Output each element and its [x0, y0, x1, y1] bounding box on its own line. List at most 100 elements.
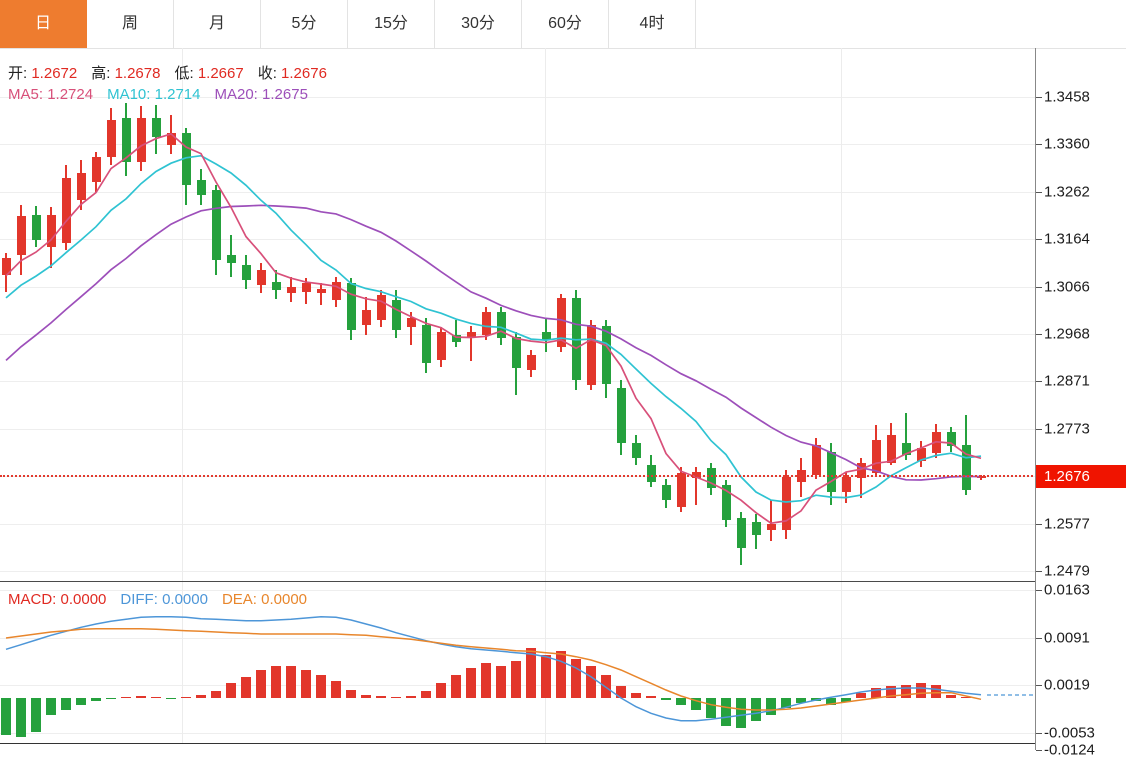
macd-bar — [436, 683, 446, 698]
gridline-v — [545, 48, 546, 743]
macd-bar — [721, 698, 731, 726]
macd-bar — [391, 697, 401, 698]
macd-bar — [916, 683, 926, 698]
macd-bar — [511, 661, 521, 698]
macd-bar — [331, 681, 341, 698]
macd-bar — [316, 675, 326, 698]
candle — [17, 216, 26, 255]
candle — [482, 312, 491, 335]
axis-tick — [1036, 750, 1042, 751]
macd-bar — [166, 698, 176, 699]
candle — [872, 440, 881, 473]
tab-日[interactable]: 日 — [0, 0, 87, 48]
gridline-h — [0, 381, 1035, 382]
candle-wick — [410, 312, 412, 345]
macd-bar — [811, 698, 821, 701]
macd-bar — [691, 698, 701, 710]
candle — [587, 325, 596, 385]
macd-bar — [871, 688, 881, 698]
macd-bar — [301, 670, 311, 698]
macd-bar — [376, 696, 386, 698]
candle — [227, 255, 236, 263]
gridline-h — [0, 429, 1035, 430]
candle — [632, 443, 641, 458]
tab-30分[interactable]: 30分 — [435, 0, 522, 48]
panel-divider — [0, 581, 1035, 582]
gridline-h — [0, 334, 1035, 335]
candle — [677, 473, 686, 507]
macd-bar — [421, 691, 431, 698]
macd-bar — [226, 683, 236, 698]
candle — [92, 157, 101, 182]
axis-tick — [1036, 334, 1042, 335]
tab-月[interactable]: 月 — [174, 0, 261, 48]
candle — [887, 435, 896, 463]
macd-bar — [121, 697, 131, 698]
gridline-h — [0, 733, 1035, 734]
tab-5分[interactable]: 5分 — [261, 0, 348, 48]
tab-周[interactable]: 周 — [87, 0, 174, 48]
tab-4时[interactable]: 4时 — [609, 0, 696, 48]
axis-label: 1.2479 — [1044, 563, 1090, 580]
candle — [332, 282, 341, 300]
axis-label: -0.0124 — [1044, 742, 1095, 759]
macd-bar — [751, 698, 761, 721]
candle — [137, 118, 146, 162]
gridline-h — [0, 524, 1035, 525]
macd-bar — [91, 698, 101, 701]
legend-item: MA5: 1.2724 — [8, 86, 93, 103]
axis-label: 1.2871 — [1044, 373, 1090, 390]
candle-wick — [770, 500, 772, 542]
timeframe-tabbar: 日周月5分15分30分60分4时 — [0, 0, 1126, 49]
candle — [572, 298, 581, 380]
tab-60分[interactable]: 60分 — [522, 0, 609, 48]
macd-bar — [676, 698, 686, 705]
candle — [737, 518, 746, 548]
price-axis-line — [1035, 48, 1036, 750]
candle — [437, 332, 446, 360]
candle — [197, 180, 206, 195]
macd-bar — [901, 685, 911, 698]
macd-bar — [76, 698, 86, 705]
macd-bar — [361, 695, 371, 698]
candle — [32, 215, 41, 240]
macd-bar — [31, 698, 41, 732]
candle — [842, 477, 851, 492]
legend-item: MA20: 1.2675 — [215, 86, 308, 103]
macd-bar — [856, 693, 866, 698]
candle — [527, 355, 536, 370]
macd-bar — [556, 651, 566, 698]
macd-bar — [286, 666, 296, 698]
candle — [812, 445, 821, 475]
candle — [467, 332, 476, 338]
macd-bar — [826, 698, 836, 705]
candle — [962, 445, 971, 490]
axis-tick — [1036, 287, 1042, 288]
gridline-h — [0, 287, 1035, 288]
axis-tick — [1036, 192, 1042, 193]
axis-label: 1.2773 — [1044, 420, 1090, 437]
macd-bar — [1, 698, 11, 735]
macd-bar — [661, 698, 671, 700]
candle — [272, 282, 281, 290]
candle — [377, 295, 386, 320]
legend-item: 低: 1.2667 — [174, 62, 243, 83]
macd-bar — [601, 675, 611, 698]
candle — [182, 133, 191, 185]
macd-bar — [496, 666, 506, 698]
axis-tick — [1036, 381, 1042, 382]
gridline-h — [0, 571, 1035, 572]
axis-label: 1.3066 — [1044, 278, 1090, 295]
candle — [2, 258, 11, 275]
legend-item: 高: 1.2678 — [91, 62, 160, 83]
axis-tick — [1036, 733, 1042, 734]
macd-bar — [841, 698, 851, 702]
candle — [362, 310, 371, 325]
ohlc-legend: 开: 1.2672高: 1.2678低: 1.2667收: 1.2676 — [8, 62, 341, 83]
candle — [782, 477, 791, 530]
candle — [167, 133, 176, 145]
candle — [512, 337, 521, 368]
gridline-h — [0, 192, 1035, 193]
tab-15分[interactable]: 15分 — [348, 0, 435, 48]
axis-label: 0.0019 — [1044, 677, 1090, 694]
